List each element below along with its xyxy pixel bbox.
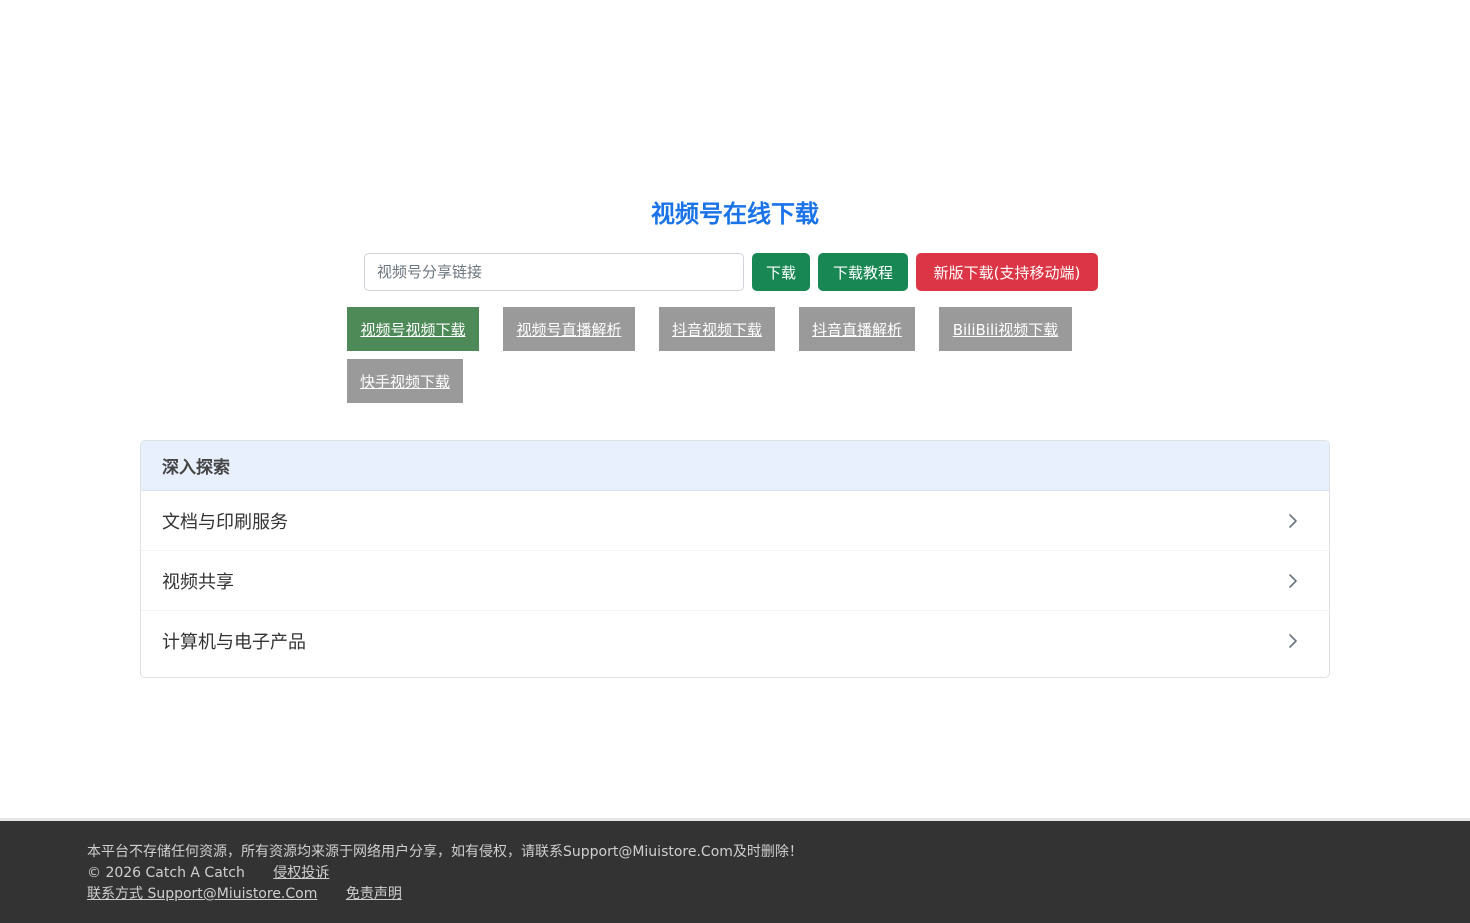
chevron-right-icon: [1289, 573, 1297, 588]
chevron-right-icon: [1289, 513, 1297, 528]
footer-copyright-row: © 2026 Catch A Catch 侵权投诉: [87, 863, 329, 884]
site-footer: 本平台不存储任何资源，所有资源均来源于网络用户分享，如有侵权，请联系Suppor…: [0, 818, 1470, 923]
list-item-label: 文档与印刷服务: [162, 511, 288, 533]
complaint-link[interactable]: 侵权投诉: [273, 865, 329, 881]
tutorial-button[interactable]: 下载教程: [818, 253, 908, 291]
contact-link[interactable]: 联系方式 Support@Miuistore.Com: [87, 886, 317, 902]
footer-links-row: 联系方式 Support@Miuistore.Com 免责声明: [87, 884, 402, 905]
list-item-documents-printing[interactable]: 文档与印刷服务: [141, 491, 1329, 551]
page-title: 视频号在线下载: [651, 200, 819, 228]
list-item-video-sharing[interactable]: 视频共享: [141, 551, 1329, 611]
share-link-input[interactable]: [364, 253, 744, 291]
new-version-download-button[interactable]: 新版下载(支持移动端): [916, 253, 1098, 291]
list-item-label: 计算机与电子产品: [162, 632, 306, 653]
explore-header: 深入探索: [141, 441, 1329, 491]
list-item-label: 视频共享: [162, 571, 234, 593]
footer-disclaimer: 本平台不存储任何资源，所有资源均来源于网络用户分享，如有侵权，请联系Suppor…: [87, 844, 803, 860]
tab-douyin-video[interactable]: 抖音视频下载: [659, 307, 775, 351]
tab-douyin-live[interactable]: 抖音直播解析: [799, 307, 915, 351]
footer-copyright: © 2026 Catch A Catch: [87, 865, 245, 881]
tab-channels-video[interactable]: 视频号视频下载: [347, 307, 479, 351]
main-content: 视频号在线下载 下载 下载教程 新版下载(支持移动端) 视频号视频下载 视频号直…: [0, 0, 1470, 818]
disclaimer-statement-link[interactable]: 免责声明: [346, 886, 402, 902]
download-button[interactable]: 下载: [752, 253, 810, 291]
list-item-computers-electronics[interactable]: 计算机与电子产品: [141, 611, 1329, 671]
tab-channels-live[interactable]: 视频号直播解析: [503, 307, 635, 351]
explore-card: 深入探索 文档与印刷服务 视频共享 计算机与电子产品: [140, 440, 1330, 678]
tab-kuaishou-video[interactable]: 快手视频下载: [347, 359, 463, 403]
tab-bilibili-video[interactable]: BiliBili视频下载: [939, 307, 1072, 351]
chevron-right-icon: [1289, 634, 1297, 648]
